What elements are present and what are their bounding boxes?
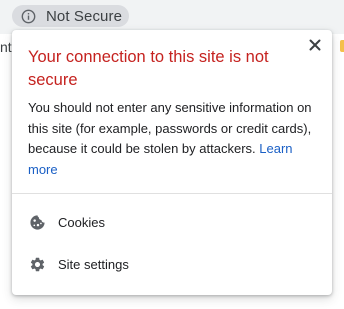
popup-description: You should not enter any sensitive infor… [28,98,318,180]
cookies-label: Cookies [58,214,105,230]
info-icon [21,9,36,24]
site-settings-item[interactable]: Site settings [12,244,332,284]
security-chip-label: Not Secure [46,7,123,25]
popup-title: Your connection to this site is not secu… [28,48,269,89]
cookies-item[interactable]: Cookies [12,202,332,242]
divider [12,193,332,194]
background-page-text: nt [0,39,12,55]
close-icon[interactable] [306,36,324,54]
gear-icon [28,255,46,273]
security-chip[interactable]: Not Secure [12,5,129,27]
site-info-popup: Your connection to this site is not secu… [12,30,332,295]
cookie-icon [28,213,46,231]
extension-icon [340,40,344,52]
site-settings-label: Site settings [58,256,129,272]
